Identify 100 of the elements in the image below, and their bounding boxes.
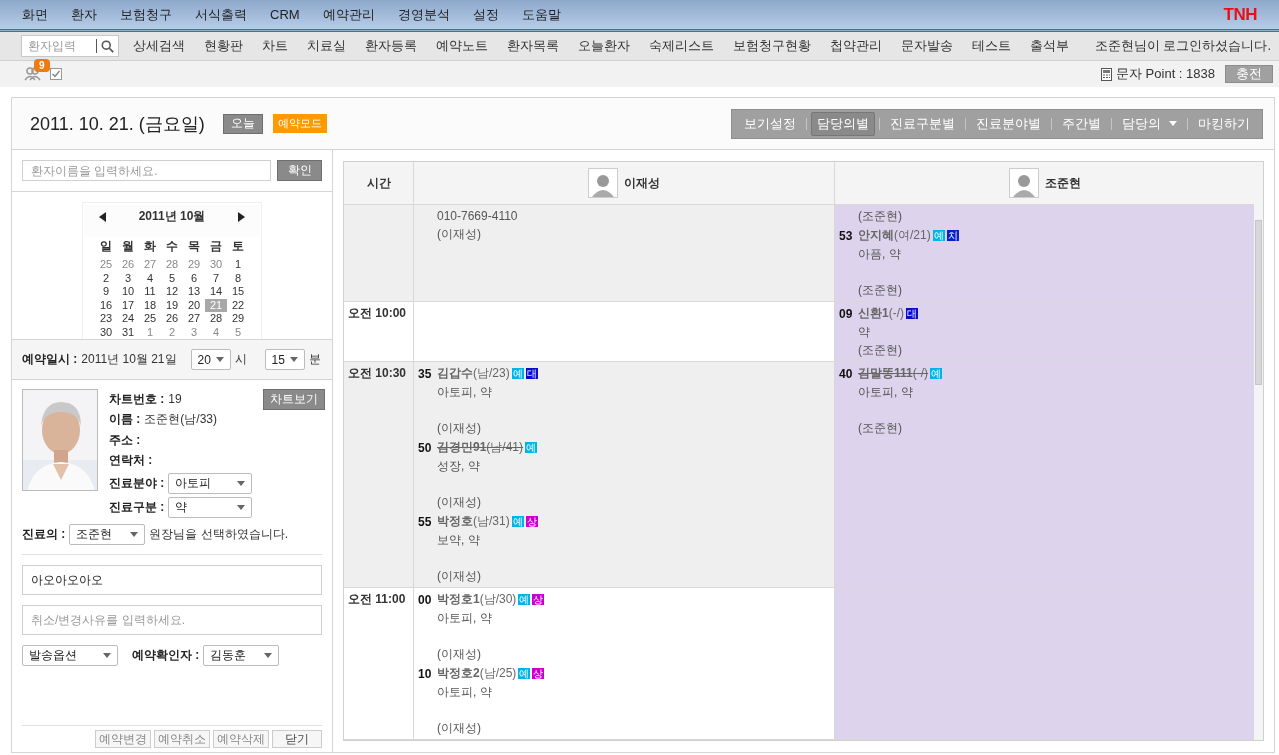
calendar-day[interactable]: 11: [139, 285, 161, 299]
menu-item[interactable]: 도움말: [521, 5, 561, 24]
calendar-day[interactable]: 22: [227, 298, 249, 312]
calendar-day[interactable]: 26: [117, 258, 139, 272]
menu-item[interactable]: CRM: [270, 7, 300, 22]
confirmer-select[interactable]: 김동훈: [203, 645, 280, 666]
calendar-day[interactable]: 27: [183, 312, 205, 326]
nav-link[interactable]: 상세검색: [133, 37, 185, 55]
next-month-icon[interactable]: [238, 211, 245, 222]
menu-item[interactable]: 설정: [472, 5, 499, 24]
calendar-day[interactable]: 18: [139, 298, 161, 312]
checkbox-icon[interactable]: [50, 68, 62, 80]
calendar-day[interactable]: 23: [95, 312, 117, 326]
hour-select[interactable]: 20: [190, 349, 231, 370]
nav-link[interactable]: 차트: [262, 37, 288, 55]
memo-field[interactable]: 아오아오아오: [22, 565, 322, 595]
scrollbar[interactable]: [1254, 162, 1263, 740]
calendar-day[interactable]: 29: [183, 258, 205, 272]
calendar-day[interactable]: 8: [227, 271, 249, 285]
nav-link[interactable]: 치료실: [307, 37, 346, 55]
calendar-day[interactable]: 30: [95, 325, 117, 339]
avatar-icon: [588, 168, 618, 198]
calendar-day[interactable]: 27: [139, 258, 161, 272]
calendar-day[interactable]: 9: [95, 285, 117, 299]
calendar-day[interactable]: 6: [183, 271, 205, 285]
calendar-day[interactable]: 28: [205, 312, 227, 326]
calendar-day[interactable]: 2: [95, 271, 117, 285]
nav-link[interactable]: 오늘환자: [578, 37, 630, 55]
search-input[interactable]: 환자입력: [28, 39, 96, 53]
send-option-select[interactable]: 발송옵션: [22, 645, 118, 666]
select-field[interactable]: 약: [168, 496, 253, 518]
nav-link[interactable]: 현황판: [204, 37, 243, 55]
schedule-cell[interactable]: 09 신환1(-/) 대 약 (조준현): [835, 302, 1256, 361]
search-icon[interactable]: [100, 38, 114, 54]
calendar-day[interactable]: 25: [139, 312, 161, 326]
schedule-cell[interactable]: 35 김갑수(남/23) 예 대 아토피, 약 (이재성) 50 김경민91(남/41) 예 성장, 약 (이재성) 55 박정호(남/31) 예 상 보약, 약 (이재성): [414, 362, 835, 587]
calendar-day[interactable]: 19: [161, 298, 183, 312]
menu-item[interactable]: 환자: [71, 5, 97, 24]
calendar-day[interactable]: 26: [161, 312, 183, 326]
menu-item[interactable]: 예약관리: [322, 5, 375, 24]
nav-link[interactable]: 보험청구현황: [733, 37, 811, 55]
patient-name[interactable]: 신환1(-/): [858, 305, 904, 322]
patient-name[interactable]: 안지혜(여/21): [858, 227, 931, 244]
nav-link[interactable]: 예약노트: [436, 37, 488, 55]
calendar-day[interactable]: 13: [183, 285, 205, 299]
calendar-day[interactable]: 14: [205, 285, 227, 299]
calendar-day[interactable]: 4: [139, 271, 161, 285]
calendar-day[interactable]: 3: [117, 271, 139, 285]
nav-link[interactable]: 첩약관리: [830, 37, 882, 55]
calendar-day[interactable]: 3: [183, 325, 205, 339]
nav-link[interactable]: 환자목록: [507, 37, 559, 55]
nav-link[interactable]: 출석부: [1030, 37, 1069, 55]
calendar-day[interactable]: 2: [161, 325, 183, 339]
schedule-cell[interactable]: [835, 588, 1256, 739]
nav-link[interactable]: 환자등록: [365, 37, 417, 55]
calendar-day[interactable]: 1: [227, 258, 249, 272]
patient-name[interactable]: 김경민91(남/41): [437, 439, 524, 456]
calendar-day[interactable]: 16: [95, 298, 117, 312]
action-button[interactable]: 닫기: [272, 730, 322, 748]
calendar-day[interactable]: 4: [205, 325, 227, 339]
calendar-day[interactable]: 20: [183, 298, 205, 312]
schedule-cell[interactable]: 010-7669-4110 (이재성): [414, 205, 835, 301]
nav-link[interactable]: 테스트: [972, 37, 1011, 55]
calendar-day[interactable]: 1: [139, 325, 161, 339]
calendar-day[interactable]: 7: [205, 271, 227, 285]
doctor-select[interactable]: 조준현: [69, 524, 146, 545]
mode-badge: 예약모드: [272, 114, 327, 133]
calendar-day[interactable]: 31: [117, 325, 139, 339]
nav-link[interactable]: 문자발송: [901, 37, 953, 55]
calendar-day[interactable]: 28: [161, 258, 183, 272]
nav-link[interactable]: 숙제리스트: [649, 37, 714, 55]
patient-name-field[interactable]: 환자이름을 입력하세요.: [22, 160, 272, 181]
menu-item[interactable]: 경영분석: [397, 5, 450, 24]
patient-name[interactable]: 박정호2(남/25): [437, 665, 517, 682]
calendar-day[interactable]: 15: [227, 285, 249, 299]
menu-item[interactable]: 서식출력: [195, 5, 247, 24]
patient-name[interactable]: 박정호1(남/30): [437, 591, 517, 608]
patient-name[interactable]: 김갑수(남/23): [437, 365, 510, 382]
calendar-day[interactable]: 24: [117, 312, 139, 326]
calendar-day[interactable]: 5: [161, 271, 183, 285]
select-field[interactable]: 아토피: [168, 472, 253, 494]
people-icon[interactable]: [24, 67, 42, 81]
calendar-day[interactable]: 17: [117, 298, 139, 312]
patient-name[interactable]: 박정호(남/31): [437, 513, 510, 530]
calendar-day[interactable]: 25: [95, 258, 117, 272]
patient-name[interactable]: 김말똥111(-/): [858, 365, 929, 382]
field-label: 예약확인자 :: [132, 647, 200, 664]
schedule-cell[interactable]: (조준현) 53 안지혜(여/21) 예 치 아픔, 약 (조준현): [835, 205, 1256, 301]
minute-select[interactable]: 15: [264, 349, 305, 370]
calendar-day[interactable]: 12: [161, 285, 183, 299]
menu-item[interactable]: 화면: [22, 5, 48, 24]
calendar-day[interactable]: 10: [117, 285, 139, 299]
patient-search-field[interactable]: 환자입력: [21, 35, 119, 57]
previous-month-icon[interactable]: [99, 211, 106, 222]
schedule-cell[interactable]: 40 김말똥111(-/) 예 아토피, 약 (조준현): [835, 362, 1256, 587]
calendar-day[interactable]: 30: [205, 258, 227, 272]
calendar-day[interactable]: 29: [227, 312, 249, 326]
calendar-day[interactable]: 5: [227, 325, 249, 339]
menu-item[interactable]: 보험청구: [120, 5, 172, 24]
reason-field[interactable]: 취소/변경사유를 입력하세요.: [22, 605, 322, 635]
